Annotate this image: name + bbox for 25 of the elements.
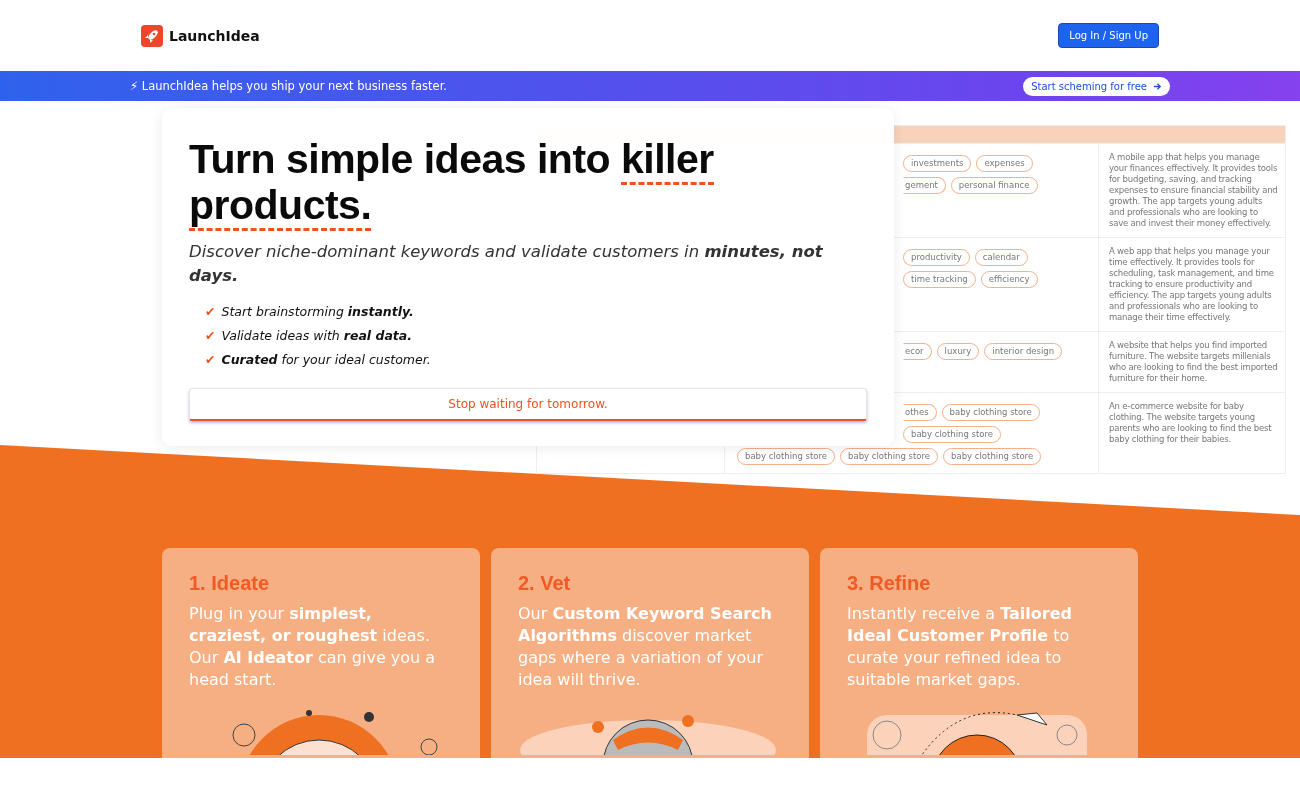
feature-title: 3. Refine (847, 572, 932, 595)
start-free-button[interactable]: Start scheming for free (1023, 76, 1170, 96)
check-icon: ✔ (205, 324, 216, 348)
rocket-logo-icon (141, 24, 163, 47)
idea-description: A mobile app that helps you manage your finances effectively. It provides tools for budgeting, saving, and tracking expenses to ensure financial stability and growth. The app targets young adults and professionals who are looking to save and invest their money effectively. (1109, 152, 1278, 228)
idea-description: An e-commerce website for baby clothing. The website targets young parents who are looking to find the best baby clothing for their babies. (1109, 401, 1272, 444)
idea-description: A web app that helps you manage your time effectively. It provides tools for scheduling, task management, and time tracking to ensure productivity and efficiency. The app targets young adults and professionals who are looking to manage their time effectively. (1109, 246, 1274, 322)
feature-point: Curated for your ideal customer. (221, 351, 431, 369)
brand-name[interactable]: LaunchIdea (169, 27, 260, 44)
feature-title: 2. Vet (518, 572, 572, 595)
arrow-right-icon (1153, 81, 1162, 91)
hero-subtitle: Discover niche-dominant keywords and validate customers in minutes, not days. (189, 241, 824, 287)
feature-point: Validate ideas with real data. (221, 327, 412, 345)
feature-text: Plug in your simplest, craziest, or roughest ideas. Our AI Ideator can give you a head start. (189, 603, 437, 691)
idea-description: A website that helps you find imported furniture. The website targets millenials who are looking to find the best imported furniture for their home. (1109, 340, 1278, 383)
feature-title: 1. Ideate (189, 572, 271, 595)
login-button[interactable]: Log In / Sign Up (1058, 23, 1159, 48)
check-icon: ✔ (205, 348, 216, 372)
banner-text: ⚡ LaunchIdea helps you ship your next business faster. (130, 79, 447, 93)
hero-title: Turn simple ideas into killer products. (189, 136, 867, 232)
check-icon: ✔ (205, 300, 216, 324)
stop-waiting-button[interactable]: Stop waiting for tomorrow. (189, 388, 867, 421)
feature-text: Instantly receive a Tailored Ideal Customer Profile to curate your refined idea to suitable market gaps. (847, 603, 1073, 691)
feature-text: Our Custom Keyword Search Algorithms discover market gaps where a variation of your idea will thrive. (518, 603, 773, 691)
feature-point: Start brainstorming instantly. (221, 303, 414, 321)
